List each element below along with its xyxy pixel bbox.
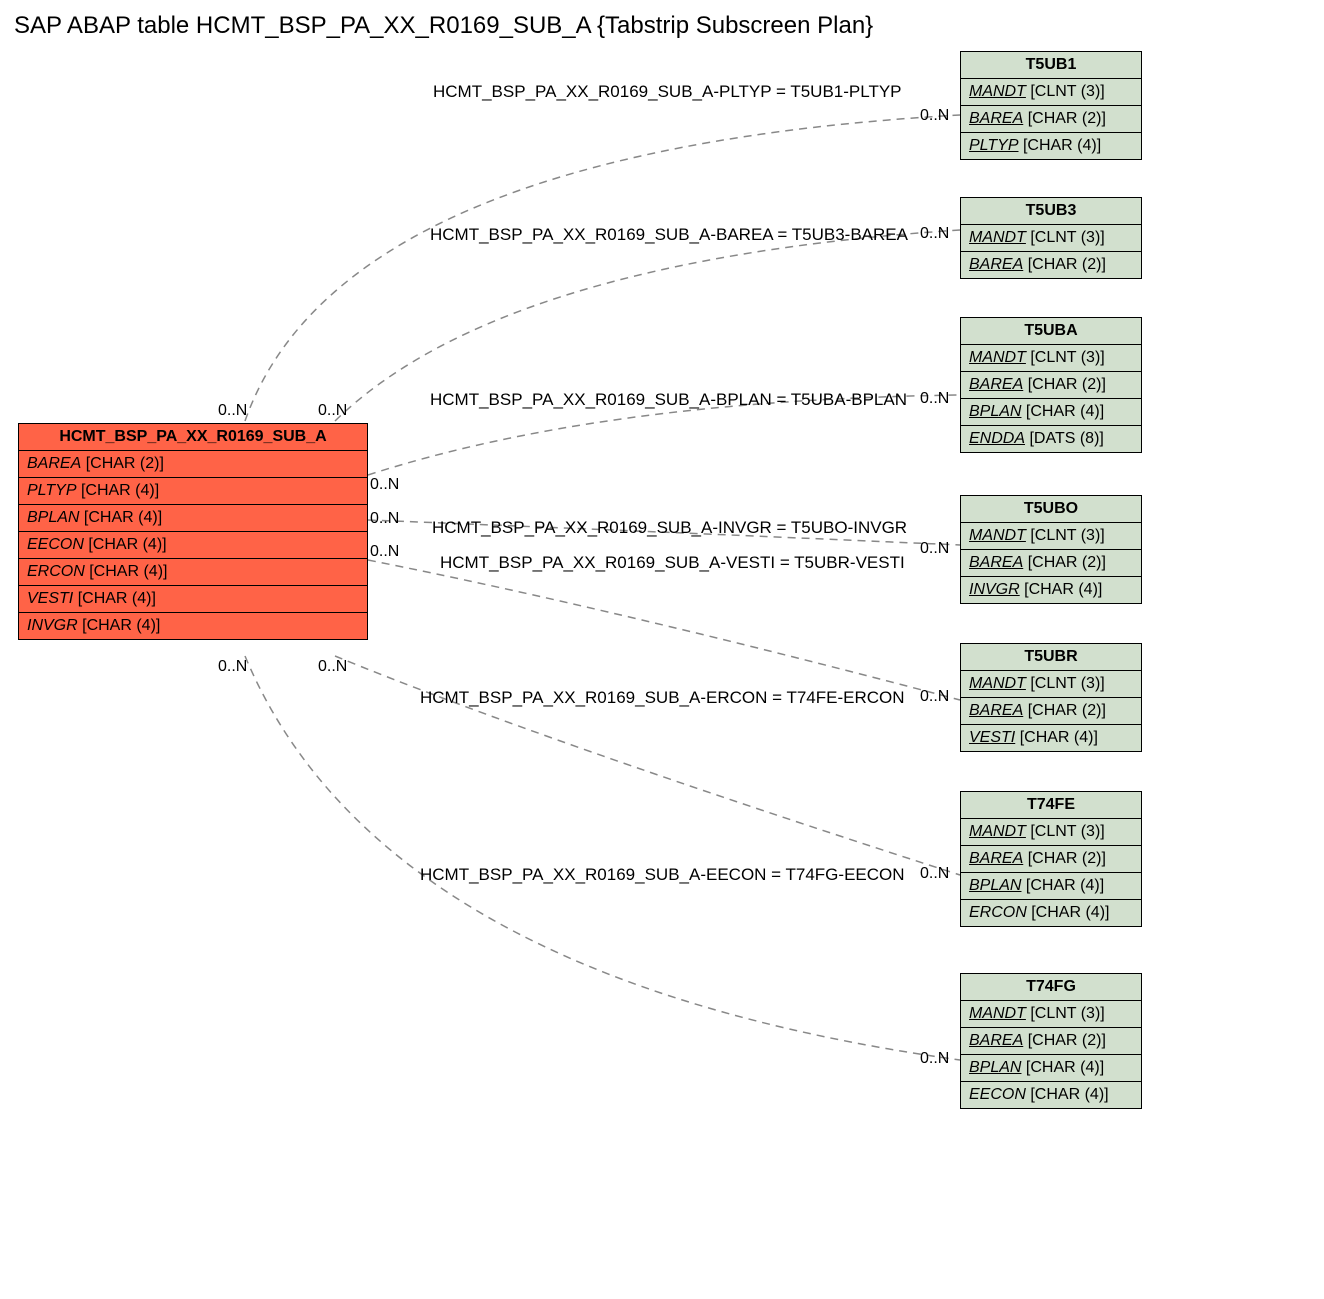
field-row: BAREA [CHAR (2)] (961, 698, 1141, 725)
field-row: EECON [CHAR (4)] (19, 532, 367, 559)
cardinality-label: 0..N (218, 402, 247, 420)
field-row: INVGR [CHAR (4)] (961, 577, 1141, 603)
cardinality-label: 0..N (920, 540, 949, 558)
field-row: BAREA [CHAR (2)] (961, 372, 1141, 399)
cardinality-label: 0..N (370, 543, 399, 561)
field-row: ENDDA [DATS (8)] (961, 426, 1141, 452)
field-row: INVGR [CHAR (4)] (19, 613, 367, 639)
relation-label: HCMT_BSP_PA_XX_R0169_SUB_A-BPLAN = T5UBA… (430, 390, 907, 410)
relation-label: HCMT_BSP_PA_XX_R0169_SUB_A-EECON = T74FG… (420, 865, 905, 885)
field-row: MANDT [CLNT (3)] (961, 79, 1141, 106)
cardinality-label: 0..N (920, 225, 949, 243)
ref-entity-t5ubo: T5UBO MANDT [CLNT (3)] BAREA [CHAR (2)] … (960, 495, 1142, 604)
field-row: PLTYP [CHAR (4)] (961, 133, 1141, 159)
cardinality-label: 0..N (370, 476, 399, 494)
main-entity: HCMT_BSP_PA_XX_R0169_SUB_A BAREA [CHAR (… (18, 423, 368, 640)
relation-label: HCMT_BSP_PA_XX_R0169_SUB_A-ERCON = T74FE… (420, 688, 905, 708)
field-row: MANDT [CLNT (3)] (961, 671, 1141, 698)
field-row: BAREA [CHAR (2)] (19, 451, 367, 478)
cardinality-label: 0..N (318, 402, 347, 420)
field-row: MANDT [CLNT (3)] (961, 1001, 1141, 1028)
field-row: BAREA [CHAR (2)] (961, 252, 1141, 278)
ref-entity-t5ubr: T5UBR MANDT [CLNT (3)] BAREA [CHAR (2)] … (960, 643, 1142, 752)
cardinality-label: 0..N (318, 658, 347, 676)
field-row: BAREA [CHAR (2)] (961, 1028, 1141, 1055)
field-row: BAREA [CHAR (2)] (961, 550, 1141, 577)
ref-entity-t74fg: T74FG MANDT [CLNT (3)] BAREA [CHAR (2)] … (960, 973, 1142, 1109)
field-row: BAREA [CHAR (2)] (961, 846, 1141, 873)
field-row: ERCON [CHAR (4)] (961, 900, 1141, 926)
field-row: BAREA [CHAR (2)] (961, 106, 1141, 133)
ref-entity-t5ub3: T5UB3 MANDT [CLNT (3)] BAREA [CHAR (2)] (960, 197, 1142, 279)
field-row: EECON [CHAR (4)] (961, 1082, 1141, 1108)
cardinality-label: 0..N (920, 390, 949, 408)
relation-label: HCMT_BSP_PA_XX_R0169_SUB_A-VESTI = T5UBR… (440, 553, 905, 573)
ref-entity-name: T5UBO (961, 496, 1141, 523)
field-row: BPLAN [CHAR (4)] (961, 1055, 1141, 1082)
field-row: PLTYP [CHAR (4)] (19, 478, 367, 505)
relation-label: HCMT_BSP_PA_XX_R0169_SUB_A-PLTYP = T5UB1… (433, 82, 902, 102)
ref-entity-name: T74FE (961, 792, 1141, 819)
ref-entity-name: T5UBA (961, 318, 1141, 345)
field-row: MANDT [CLNT (3)] (961, 819, 1141, 846)
ref-entity-name: T5UB3 (961, 198, 1141, 225)
ref-entity-name: T5UB1 (961, 52, 1141, 79)
relation-label: HCMT_BSP_PA_XX_R0169_SUB_A-INVGR = T5UBO… (432, 518, 907, 538)
relation-label: HCMT_BSP_PA_XX_R0169_SUB_A-BAREA = T5UB3… (430, 225, 908, 245)
cardinality-label: 0..N (370, 510, 399, 528)
cardinality-label: 0..N (218, 658, 247, 676)
ref-entity-name: T5UBR (961, 644, 1141, 671)
field-row: VESTI [CHAR (4)] (19, 586, 367, 613)
field-row: ERCON [CHAR (4)] (19, 559, 367, 586)
ref-entity-t5ub1: T5UB1 MANDT [CLNT (3)] BAREA [CHAR (2)] … (960, 51, 1142, 160)
field-row: MANDT [CLNT (3)] (961, 345, 1141, 372)
field-row: BPLAN [CHAR (4)] (961, 873, 1141, 900)
ref-entity-t74fe: T74FE MANDT [CLNT (3)] BAREA [CHAR (2)] … (960, 791, 1142, 927)
cardinality-label: 0..N (920, 865, 949, 883)
ref-entity-name: T74FG (961, 974, 1141, 1001)
field-row: MANDT [CLNT (3)] (961, 225, 1141, 252)
field-row: VESTI [CHAR (4)] (961, 725, 1141, 751)
cardinality-label: 0..N (920, 107, 949, 125)
field-row: BPLAN [CHAR (4)] (19, 505, 367, 532)
field-row: BPLAN [CHAR (4)] (961, 399, 1141, 426)
ref-entity-t5uba: T5UBA MANDT [CLNT (3)] BAREA [CHAR (2)] … (960, 317, 1142, 453)
cardinality-label: 0..N (920, 688, 949, 706)
main-entity-name: HCMT_BSP_PA_XX_R0169_SUB_A (19, 424, 367, 451)
cardinality-label: 0..N (920, 1050, 949, 1068)
diagram-title: SAP ABAP table HCMT_BSP_PA_XX_R0169_SUB_… (14, 12, 873, 40)
field-row: MANDT [CLNT (3)] (961, 523, 1141, 550)
